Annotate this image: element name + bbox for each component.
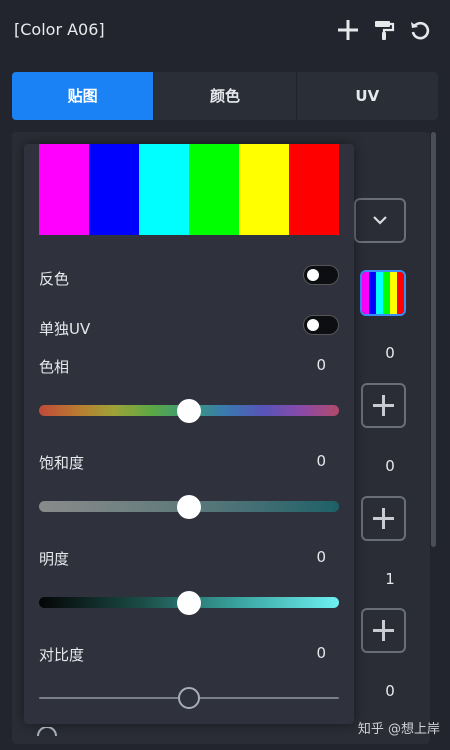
swatch[interactable] [89,144,139,235]
brightness-value: 0 [316,548,326,566]
add-button[interactable] [361,608,406,653]
side-value: 0 [385,682,395,700]
swatch[interactable] [189,144,239,235]
tab-bar: 贴图 颜色 UV [12,72,438,120]
saturation-slider-thumb[interactable] [177,495,201,519]
adjustment-popup: 反色 单独UV 色相 0 饱和度 0 明度 0 对比度 0 [24,144,354,737]
tab-texture[interactable]: 贴图 [12,72,155,120]
add-button[interactable] [361,383,406,428]
separate-uv-toggle[interactable] [303,315,339,335]
add-button[interactable] [361,496,406,541]
tab-uv[interactable]: UV [297,72,438,120]
chevron-down-icon [373,216,387,225]
side-value: 0 [385,457,395,475]
side-value: 0 [385,344,395,362]
paint-roller-icon[interactable] [372,18,396,42]
texture-thumbnail[interactable] [360,270,406,316]
hue-slider-thumb[interactable] [177,399,201,423]
swatch[interactable] [289,144,339,235]
toggle-knob [307,269,319,281]
saturation-value: 0 [316,452,326,470]
watermark: 知乎 @想上岸 [357,722,440,737]
saturation-label: 饱和度 [39,454,85,472]
dropdown-button[interactable] [354,198,406,243]
refresh-icon[interactable] [408,18,432,42]
scrollbar[interactable] [431,132,436,547]
invert-toggle[interactable] [303,265,339,285]
brightness-slider-thumb[interactable] [177,591,201,615]
separate-uv-label: 单独UV [39,320,91,338]
contrast-value: 0 [316,644,326,662]
contrast-slider-thumb[interactable] [178,687,200,709]
hue-label: 色相 [39,358,70,376]
invert-label: 反色 [39,270,70,288]
color-swatch-strip [39,144,339,235]
swatch[interactable] [39,144,89,235]
window-title: [Color A06] [14,20,105,39]
side-value: 1 [385,570,395,588]
brightness-label: 明度 [39,550,70,568]
swatch[interactable] [239,144,289,235]
swatch[interactable] [139,144,189,235]
contrast-label: 对比度 [39,646,85,664]
plus-icon[interactable] [336,18,360,42]
hue-value: 0 [316,356,326,374]
title-bar: [Color A06] [0,0,450,60]
tab-color[interactable]: 颜色 [154,72,297,120]
toggle-knob [307,319,319,331]
partial-control-icon [37,727,57,737]
